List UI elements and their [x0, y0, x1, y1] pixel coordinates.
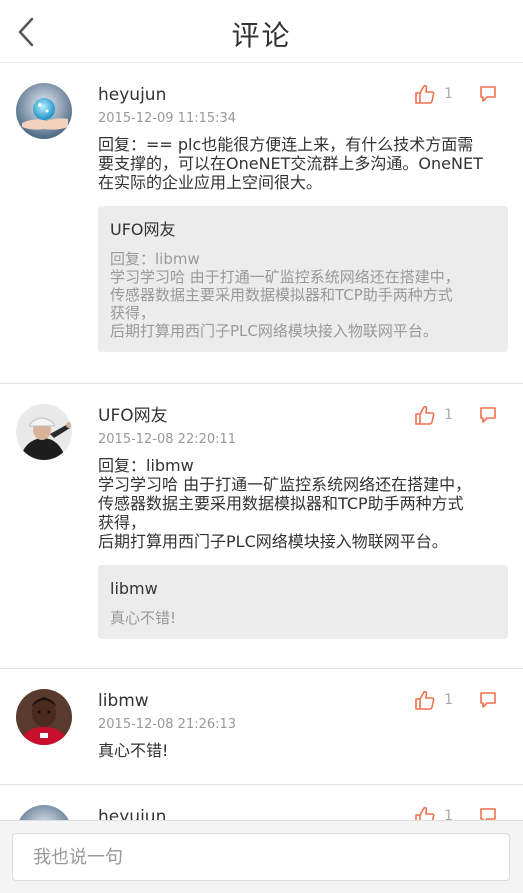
comment-text: 真心不错!	[98, 741, 169, 760]
comment-actions: 1	[414, 805, 497, 820]
comment-item: libmw 2015-12-08 21:26:13 真心不错! 1	[0, 669, 523, 785]
header-bar: 评论	[0, 0, 523, 63]
avatar[interactable]	[16, 689, 72, 745]
comment-text: 回复：libmw 学习学习哈 由于打通一矿监控系统网络还在搭建中， 传感器数据主…	[98, 456, 472, 551]
avatar[interactable]	[16, 404, 72, 460]
like-count: 1	[444, 86, 453, 102]
comment-time: 2015-12-09 11:15:34	[98, 111, 237, 126]
page-title: 评论	[231, 19, 292, 52]
quoted-text: 真心不错!	[110, 609, 177, 627]
reply-icon[interactable]	[479, 85, 497, 103]
comment-item: heyujun 2015-12-09 11:15:34 回复：== plc也能很…	[0, 63, 523, 384]
comment-actions: 1	[414, 689, 497, 711]
comment-list[interactable]: heyujun 2015-12-09 11:15:34 回复：== plc也能很…	[0, 63, 523, 820]
comment-time: 2015-12-08 21:26:13	[98, 717, 237, 732]
thumbs-up-icon[interactable]	[414, 805, 436, 820]
avatar[interactable]	[16, 805, 72, 820]
comment-actions: 1	[414, 404, 497, 426]
comment-item: UFO网友 2015-12-08 22:20:11 回复：libmw 学习学习哈…	[0, 384, 523, 669]
quoted-username: libmw	[110, 579, 158, 598]
quoted-text: 回复：libmw 学习学习哈 由于打通一矿监控系统网络还在搭建中， 传感器数据主…	[110, 250, 460, 340]
thumbs-up-icon[interactable]	[414, 689, 436, 711]
comment-input[interactable]	[12, 833, 510, 881]
reply-icon[interactable]	[479, 406, 497, 424]
comment-input-bar	[0, 820, 523, 893]
like-count: 1	[444, 692, 453, 708]
comment-text: 回复：== plc也能很方便连上来，有什么技术方面需 要支撑的，可以在OneNE…	[98, 135, 483, 192]
comment-time: 2015-12-08 22:20:11	[98, 432, 237, 447]
like-count: 1	[444, 808, 453, 820]
reply-icon[interactable]	[479, 807, 497, 820]
comment-item: heyujun 1	[0, 785, 523, 820]
quoted-reply: libmw 真心不错!	[98, 565, 508, 639]
thumbs-up-icon[interactable]	[414, 83, 436, 105]
quoted-reply: UFO网友 回复：libmw 学习学习哈 由于打通一矿监控系统网络还在搭建中， …	[98, 206, 508, 352]
reply-icon[interactable]	[479, 691, 497, 709]
avatar[interactable]	[16, 83, 72, 139]
comment-actions: 1	[414, 83, 497, 105]
thumbs-up-icon[interactable]	[414, 404, 436, 426]
like-count: 1	[444, 407, 453, 423]
quoted-username: UFO网友	[110, 220, 176, 239]
